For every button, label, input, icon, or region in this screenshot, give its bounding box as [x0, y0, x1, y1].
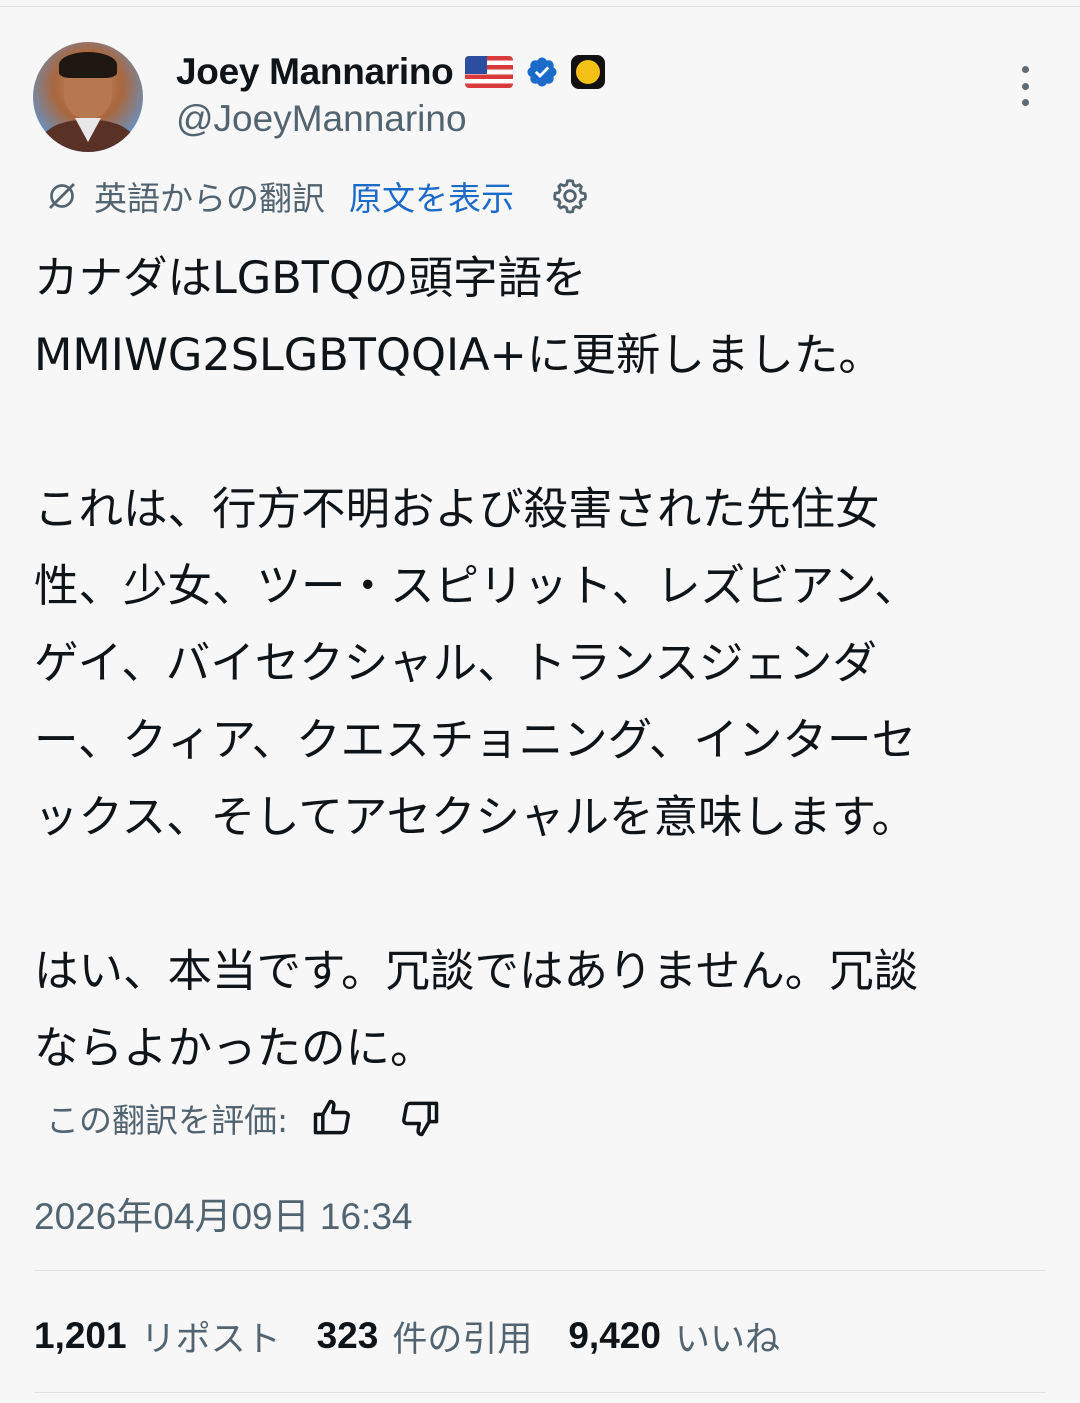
- tweet-paragraph: カナダはLGBTQの頭字語を MMIWG2SLGBTQQIA+に更新しました。: [34, 253, 883, 381]
- likes-count[interactable]: 9,420: [568, 1315, 661, 1357]
- gold-badge-icon[interactable]: [571, 55, 606, 89]
- rate-translation-row: この翻訳を評価:: [46, 1090, 442, 1146]
- author-name-row[interactable]: Joey Mannarino: [176, 50, 606, 94]
- avatar-hair: [59, 52, 117, 78]
- author-display-name[interactable]: Joey Mannarino: [176, 51, 454, 93]
- divider: [34, 1270, 1046, 1271]
- rate-translation-label: この翻訳を評価:: [46, 1101, 289, 1140]
- translation-bar: 英語からの翻訳 原文を表示: [44, 172, 590, 220]
- translation-label: 英語からの翻訳: [94, 179, 325, 218]
- show-original-link[interactable]: 原文を表示: [349, 172, 514, 220]
- top-divider: [0, 0, 1080, 7]
- more-options-icon[interactable]: [1008, 66, 1042, 106]
- thumbs-up-icon[interactable]: [310, 1096, 354, 1140]
- gear-icon[interactable]: [550, 176, 590, 216]
- tweet-text: カナダはLGBTQの頭字語を MMIWG2SLGBTQQIA+に更新しました。 …: [34, 240, 1044, 1087]
- tweet-paragraph: これは、行方不明および殺害された先住女 性、少女、ツー・スピリット、レズビアン、…: [34, 484, 919, 843]
- reposts-label[interactable]: リポスト: [141, 1311, 281, 1362]
- tweet-paragraph: はい、本当です。冗談ではありません。冗談 ならよかったのに。: [34, 946, 919, 1074]
- thumbs-down-icon[interactable]: [398, 1096, 442, 1140]
- verified-badge-icon[interactable]: [525, 55, 559, 89]
- avatar[interactable]: [33, 42, 143, 152]
- engagement-stats: 1,201 リポスト 323 件の引用 9,420 いいね: [34, 1306, 816, 1366]
- likes-label[interactable]: いいね: [675, 1311, 780, 1362]
- us-flag-icon: [465, 56, 514, 88]
- divider: [34, 1392, 1046, 1393]
- quotes-count[interactable]: 323: [317, 1315, 379, 1357]
- translate-icon: [49, 183, 75, 209]
- quotes-label[interactable]: 件の引用: [392, 1311, 532, 1362]
- tweet-timestamp[interactable]: 2026年04月09日 16:34: [34, 1186, 413, 1240]
- reposts-count[interactable]: 1,201: [34, 1315, 127, 1357]
- author-handle[interactable]: @JoeyMannarino: [176, 98, 467, 140]
